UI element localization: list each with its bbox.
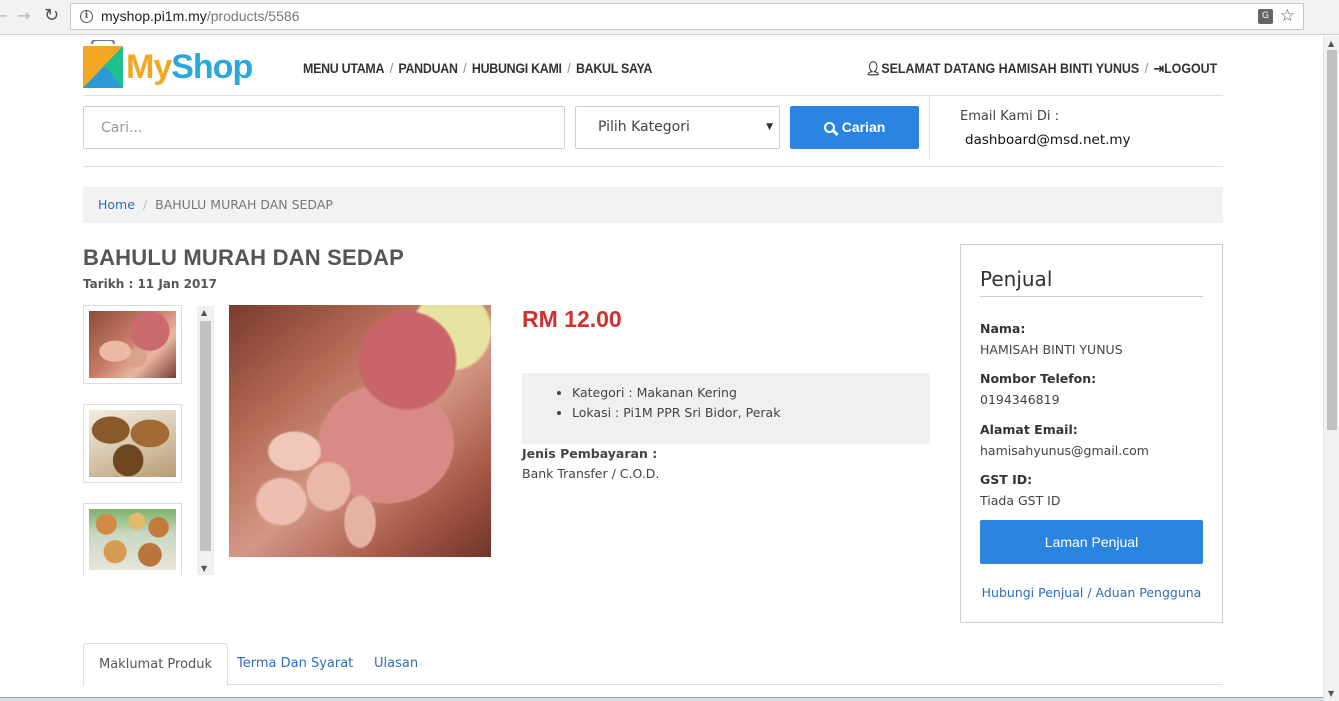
nav-hubungi-kami[interactable]: HUBUNGI KAMI	[472, 61, 562, 76]
product-main-image[interactable]	[229, 305, 491, 557]
product-title: BAHULU MURAH DAN SEDAP	[83, 245, 404, 270]
product-thumbnail[interactable]	[83, 404, 182, 483]
search-button[interactable]: Carian	[790, 106, 919, 149]
os-taskbar	[0, 697, 1323, 701]
url-path: /products/5586	[206, 8, 300, 24]
seller-email-value: hamisahyunus@gmail.com	[980, 443, 1149, 458]
product-thumbnail[interactable]	[83, 305, 182, 384]
seller-gst-label: GST ID:	[980, 472, 1033, 487]
page-scrollbar[interactable]: ▲ ▼	[1323, 36, 1339, 701]
breadcrumb-separator: /	[142, 197, 148, 212]
seller-page-button[interactable]: Laman Penjual	[980, 520, 1203, 564]
browser-toolbar: ← → ↻ i myshop.pi1m.my/products/5586 G ☆	[0, 0, 1339, 35]
address-bar[interactable]: i myshop.pi1m.my/products/5586 G ☆	[70, 3, 1304, 30]
translate-icon[interactable]: G	[1258, 9, 1273, 24]
scroll-up-icon[interactable]: ▲	[1328, 39, 1334, 48]
product-category: Kategori : Makanan Kering	[572, 383, 930, 403]
seller-panel: Penjual Nama: HAMISAH BINTI YUNUS Nombor…	[960, 244, 1223, 623]
chevron-down-icon: ▼	[766, 122, 773, 132]
user-nav: 👤︎SELAMAT DATANG HAMISAH BINTI YUNUS / ⇥LO…	[865, 61, 1217, 77]
search-button-label: Carian	[841, 119, 886, 135]
category-selected-value: Pilih Kategori	[598, 119, 690, 135]
welcome-link[interactable]: SELAMAT DATANG HAMISAH BINTI YUNUS	[881, 61, 1139, 76]
search-bottom-divider	[83, 166, 1223, 167]
seller-panel-title: Penjual	[980, 267, 1053, 291]
scroll-up-icon[interactable]: ▲	[201, 308, 207, 317]
logo-my: My	[126, 48, 172, 86]
bookmark-star-icon[interactable]: ☆	[1280, 6, 1295, 26]
logo-text: MyShop	[126, 48, 253, 87]
tab-maklumat-produk[interactable]: Maklumat Produk	[83, 643, 229, 686]
scroll-thumb[interactable]	[1327, 50, 1337, 430]
search-input[interactable]	[83, 106, 565, 149]
seller-phone-value: 0194346819	[980, 392, 1060, 407]
product-price: RM 12.00	[522, 306, 622, 332]
main-nav: MENU UTAMA / PANDUAN / HUBUNGI KAMI / BAKUL SA…	[303, 61, 652, 76]
tab-ulasan[interactable]: Ulasan	[359, 643, 433, 686]
myshop-logo[interactable]: MyShop	[83, 39, 253, 90]
thumbnail-image	[89, 311, 176, 378]
nav-separator: /	[1144, 61, 1148, 76]
nav-panduan[interactable]: PANDUAN	[398, 61, 458, 76]
scroll-down-icon[interactable]: ▼	[1328, 689, 1334, 698]
forward-icon[interactable]: →	[17, 6, 30, 26]
user-icon: 👤︎	[865, 61, 882, 76]
seller-email-label: Alamat Email:	[980, 422, 1078, 437]
breadcrumb-current: BAHULU MURAH DAN SEDAP	[155, 197, 333, 212]
back-icon[interactable]: ←	[0, 6, 7, 26]
search-divider	[929, 96, 930, 159]
contact-email-value: dashboard@msd.net.my	[965, 132, 1131, 148]
product-date: Tarikh : 11 Jan 2017	[83, 277, 218, 291]
logout-link[interactable]: LOGOUT	[1164, 61, 1217, 76]
url-host: myshop.pi1m.my	[101, 8, 207, 24]
nav-bakul-saya[interactable]: BAKUL SAYA	[576, 61, 652, 76]
contact-email-label: Email Kami Di :	[960, 109, 1060, 124]
shopping-bag-logo-icon	[83, 39, 123, 88]
info-icon[interactable]: i	[80, 10, 93, 23]
product-thumbnail[interactable]	[83, 503, 182, 575]
contact-seller-link[interactable]: Hubungi Penjual / Aduan Pengguna	[961, 585, 1222, 600]
tab-terma-dan-syarat[interactable]: Terma Dan Syarat	[222, 643, 368, 686]
payment-label: Jenis Pembayaran :	[522, 446, 658, 461]
breadcrumb: Home / BAHULU MURAH DAN SEDAP	[83, 187, 1223, 223]
nav-separator: /	[389, 61, 393, 76]
thumbnail-scrollbar[interactable]: ▲ ▼	[197, 306, 214, 575]
product-info-box: Kategori : Makanan Kering Lokasi : Pi1M …	[522, 373, 930, 444]
product-location: Lokasi : Pi1M PPR Sri Bidor, Perak	[572, 403, 930, 423]
url-text[interactable]: myshop.pi1m.my/products/5586	[101, 8, 299, 24]
thumbnail-image	[89, 509, 176, 570]
thumbnail-scroll-thumb[interactable]	[200, 321, 211, 551]
payment-value: Bank Transfer / C.O.D.	[522, 466, 660, 481]
search-icon	[823, 122, 835, 133]
seller-phone-label: Nombor Telefon:	[980, 371, 1097, 386]
seller-name-label: Nama:	[980, 321, 1026, 336]
category-select[interactable]: Pilih Kategori ▼	[575, 106, 780, 149]
logout-icon: ⇥	[1153, 61, 1164, 76]
seller-name-value: HAMISAH BINTI YUNUS	[980, 342, 1123, 357]
thumbnail-image	[89, 410, 176, 477]
logo-shop: Shop	[171, 48, 253, 86]
product-tabs: Maklumat Produk Terma Dan Syarat Ulasan	[83, 643, 1223, 686]
seller-divider	[980, 296, 1203, 297]
header-divider	[83, 95, 1223, 96]
nav-separator: /	[567, 61, 571, 76]
nav-separator: /	[463, 61, 467, 76]
nav-menu-utama[interactable]: MENU UTAMA	[303, 61, 384, 76]
breadcrumb-home[interactable]: Home	[98, 197, 135, 212]
seller-gst-value: Tiada GST ID	[980, 493, 1061, 508]
reload-icon[interactable]: ↻	[44, 6, 59, 26]
scroll-down-icon[interactable]: ▼	[201, 564, 207, 573]
